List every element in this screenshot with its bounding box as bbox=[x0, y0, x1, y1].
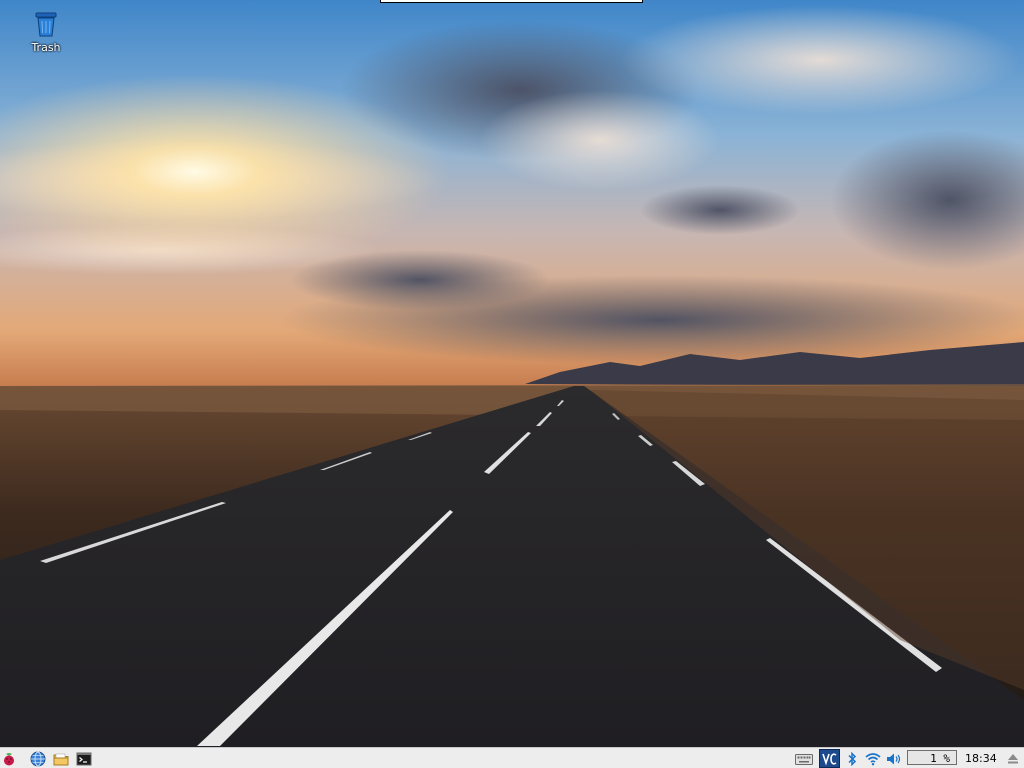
volume-tray-button[interactable] bbox=[885, 750, 903, 767]
clock[interactable]: 18:34 bbox=[965, 750, 997, 767]
desktop-icon-trash[interactable]: Trash bbox=[26, 10, 66, 54]
trash-icon bbox=[35, 12, 57, 37]
main-menu-button[interactable] bbox=[0, 750, 18, 767]
terminal-icon bbox=[76, 752, 92, 765]
volume-icon bbox=[887, 753, 901, 764]
wifi-tray-button[interactable] bbox=[864, 750, 882, 767]
raspberry-menu-icon bbox=[4, 752, 14, 765]
window-edge bbox=[380, 0, 643, 3]
vnc-tray-button[interactable] bbox=[819, 749, 840, 768]
eject-icon bbox=[1008, 753, 1018, 763]
wifi-icon bbox=[865, 752, 881, 765]
bluetooth-tray-button[interactable] bbox=[843, 750, 861, 767]
taskbar: 1 % 18:34 bbox=[0, 747, 1024, 768]
vnc-icon bbox=[821, 752, 836, 766]
bluetooth-icon bbox=[848, 751, 857, 766]
terminal-button[interactable] bbox=[75, 750, 93, 767]
web-browser-icon bbox=[30, 751, 46, 766]
file-manager-icon bbox=[53, 753, 69, 765]
cpu-usage-monitor[interactable]: 1 % bbox=[907, 750, 957, 765]
keyboard-tray-button[interactable] bbox=[795, 750, 813, 767]
eject-tray-button[interactable] bbox=[1004, 750, 1022, 767]
keyboard-icon bbox=[795, 753, 813, 765]
web-browser-button[interactable] bbox=[29, 750, 47, 767]
desktop-icon-label: Trash bbox=[31, 41, 61, 54]
desktop-wallpaper bbox=[0, 0, 1024, 748]
file-manager-button[interactable] bbox=[52, 750, 70, 767]
